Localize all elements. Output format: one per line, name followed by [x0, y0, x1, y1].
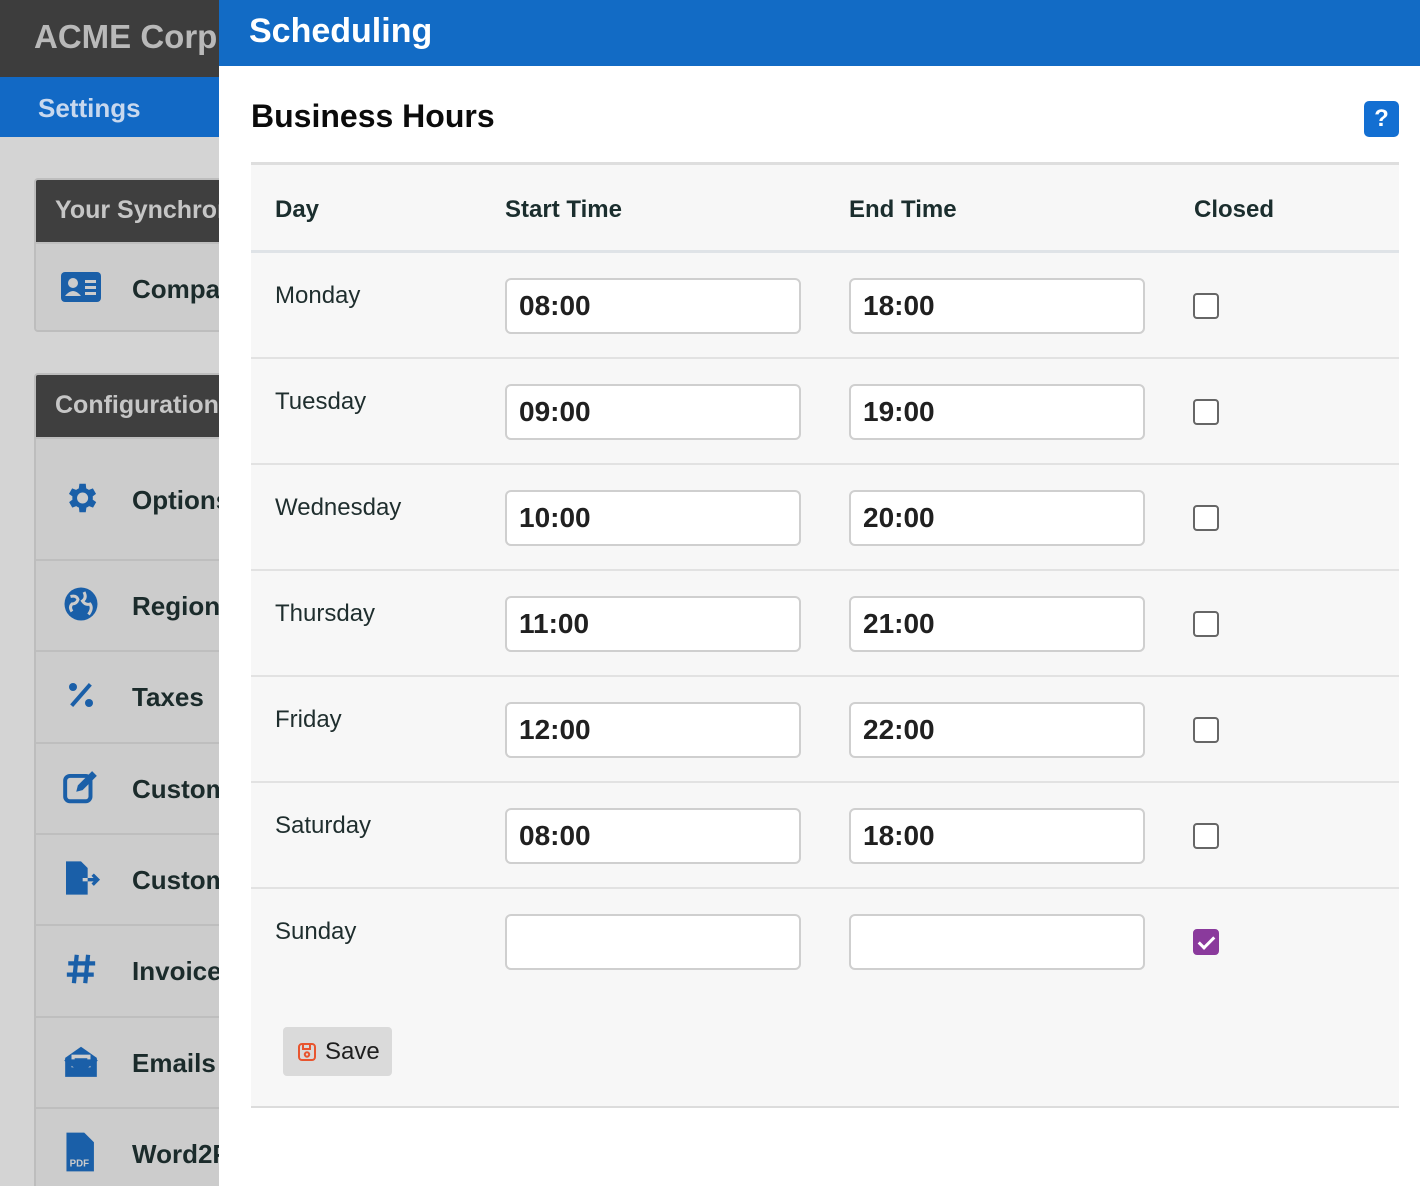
floppy-disk-icon [297, 1042, 317, 1062]
sidebar-item-label: Regional [132, 591, 219, 621]
config-card: Configuration Options Regional Taxes Cus… [34, 373, 219, 1186]
dialog-title: Scheduling [249, 12, 433, 50]
day-label: Tuesday [275, 388, 367, 415]
column-header-end-time: End Time [849, 196, 957, 223]
day-label: Saturday [275, 812, 372, 839]
day-label: Sunday [275, 918, 357, 945]
dialog-header: Scheduling [219, 0, 1420, 66]
help-button[interactable]: ? [1364, 101, 1399, 137]
day-label: Friday [275, 706, 342, 733]
scheduling-dialog: Scheduling Business Hours ? Day Start Ti… [219, 0, 1420, 1186]
start-time-input[interactable] [505, 808, 801, 864]
day-label: Thursday [275, 600, 376, 627]
end-time-input[interactable] [849, 596, 1145, 652]
sidebar-item-custom-export[interactable]: Custom Export [36, 833, 219, 924]
closed-checkbox[interactable] [1193, 929, 1219, 955]
table-header: Day Start Time End Time Closed [251, 165, 1399, 253]
start-time-input[interactable] [505, 384, 801, 440]
settings-nav[interactable]: Settings [0, 77, 219, 137]
end-time-input[interactable] [849, 278, 1145, 334]
sidebar-item-label: Invoice Numbering [132, 956, 219, 986]
edit-icon [60, 766, 102, 808]
closed-checkbox[interactable] [1193, 611, 1219, 637]
closed-checkbox[interactable] [1193, 293, 1219, 319]
sidebar-item-label: Options [132, 485, 219, 515]
start-time-input[interactable] [505, 914, 801, 970]
end-time-input[interactable] [849, 914, 1145, 970]
envelope-open-icon [60, 1040, 102, 1082]
sidebar-item-options[interactable]: Options [36, 437, 219, 559]
sidebar-item-taxes[interactable]: Taxes [36, 650, 219, 742]
start-time-input[interactable] [505, 278, 801, 334]
percent-icon [60, 674, 102, 716]
start-time-input[interactable] [505, 596, 801, 652]
file-pdf-icon: PDF [60, 1131, 102, 1173]
settings-label: Settings [38, 93, 141, 123]
sidebar-item-company[interactable]: Company Details [36, 242, 219, 330]
save-button[interactable]: Save [283, 1027, 392, 1076]
sidebar-item-custom-fields[interactable]: Custom Fields [36, 742, 219, 833]
table-row: Thursday [251, 571, 1399, 677]
day-label: Wednesday [275, 494, 402, 521]
file-export-icon [60, 857, 102, 899]
globe-icon [60, 583, 102, 625]
sync-card: Your Synchronization Company Details [34, 178, 219, 332]
sidebar-item-label: Custom Export [132, 865, 219, 895]
table-row: Saturday [251, 783, 1399, 889]
svg-text:PDF: PDF [70, 1159, 89, 1170]
sidebar-item-label: Company Details [132, 274, 219, 304]
sidebar-item-emails[interactable]: Emails [36, 1016, 219, 1107]
start-time-input[interactable] [505, 490, 801, 546]
closed-checkbox[interactable] [1193, 823, 1219, 849]
table-row: Sunday [251, 889, 1399, 995]
closed-checkbox[interactable] [1193, 505, 1219, 531]
table-row: Tuesday [251, 359, 1399, 465]
column-header-start-time: Start Time [505, 196, 622, 223]
closed-checkbox[interactable] [1193, 717, 1219, 743]
sidebar-item-word2pdf[interactable]: PDF Word2PDF [36, 1107, 219, 1186]
table-row: Friday [251, 677, 1399, 783]
column-header-day: Day [275, 196, 320, 223]
column-header-closed: Closed [1194, 196, 1275, 223]
closed-checkbox[interactable] [1193, 399, 1219, 425]
sidebar-item-regional[interactable]: Regional [36, 559, 219, 650]
start-time-input[interactable] [505, 702, 801, 758]
end-time-input[interactable] [849, 384, 1145, 440]
end-time-input[interactable] [849, 702, 1145, 758]
end-time-input[interactable] [849, 490, 1145, 546]
sidebar-item-label: Emails [132, 1048, 216, 1078]
table-row: Wednesday [251, 465, 1399, 571]
sidebar-item-label: Custom Fields [132, 774, 219, 804]
section-title: Business Hours [251, 98, 495, 134]
sidebar-item-label: Taxes [132, 682, 204, 712]
save-label: Save [325, 1037, 380, 1065]
id-card-icon [60, 266, 102, 308]
hashtag-icon [60, 948, 102, 990]
end-time-input[interactable] [849, 808, 1145, 864]
background-app: ACME Corp. Settings Your Synchronization… [0, 0, 219, 1186]
config-card-title: Configuration [36, 375, 219, 437]
sync-card-title: Your Synchronization [36, 180, 219, 242]
gear-icon [60, 477, 102, 519]
sidebar-item-label: Word2PDF [132, 1139, 219, 1169]
brand-name: ACME Corp. [34, 18, 219, 55]
sidebar-item-invoice-numbering[interactable]: Invoice Numbering [36, 924, 219, 1016]
day-label: Monday [275, 282, 361, 309]
brand-bar: ACME Corp. [0, 0, 219, 77]
business-hours-table: Day Start Time End Time Closed Monday Tu… [251, 162, 1399, 1108]
table-row: Monday [251, 253, 1399, 359]
